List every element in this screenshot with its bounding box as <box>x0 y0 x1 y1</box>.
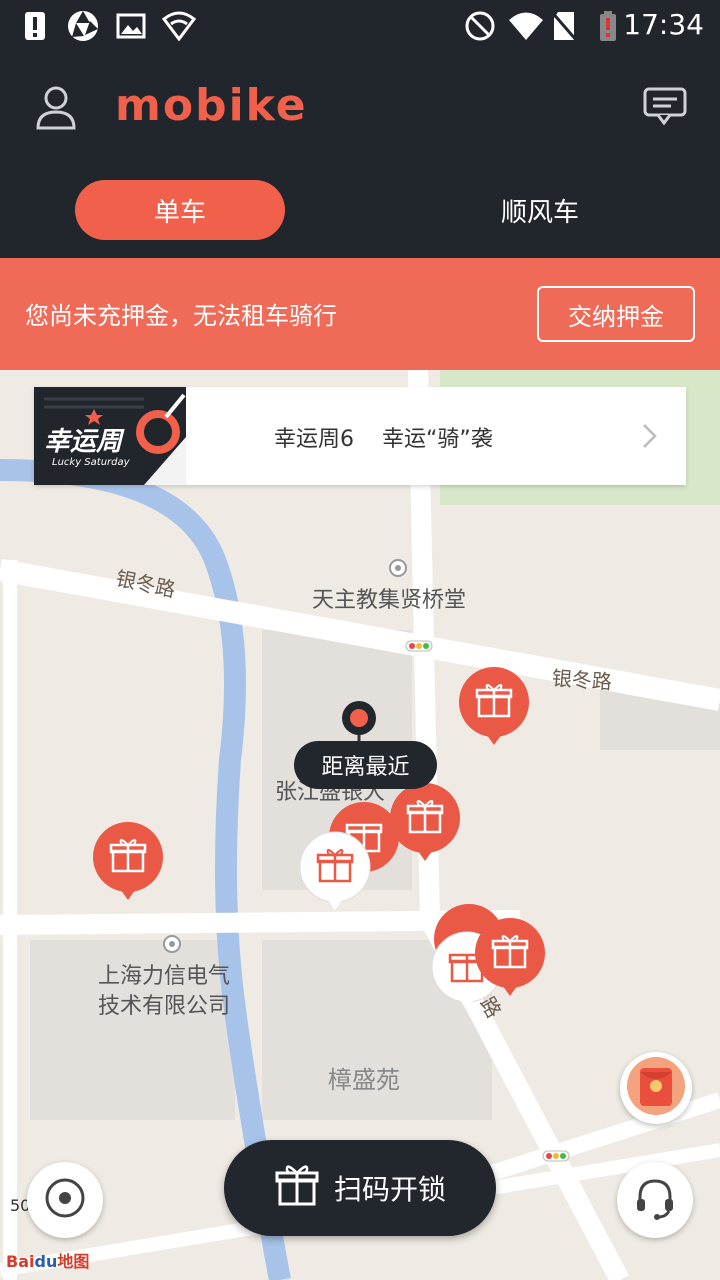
locate-icon <box>43 1176 87 1224</box>
mobike-logo: mobike <box>115 80 308 131</box>
bike-marker[interactable] <box>91 820 165 908</box>
poi-label-company: 技术有限公司 <box>98 994 231 1019</box>
customer-service-button[interactable] <box>617 1162 693 1238</box>
image-icon <box>116 10 146 42</box>
scan-unlock-button[interactable]: 扫码开锁 <box>224 1140 496 1236</box>
poi-label-estate: 樟盛苑 <box>328 1066 400 1094</box>
baidu-logo-bai: Bai <box>6 1252 35 1271</box>
road-label: 银冬路 <box>551 665 613 695</box>
bike-marker[interactable] <box>457 665 531 753</box>
deposit-message: 您尚未充押金，无法租车骑行 <box>25 302 337 330</box>
chevron-right-icon <box>642 423 658 449</box>
baidu-logo-du: du <box>34 1252 58 1271</box>
nearest-tooltip: 距离最近 <box>294 741 437 789</box>
battery-low-icon <box>598 10 618 42</box>
app-header: mobike 单车 顺风车 <box>0 52 720 258</box>
promo-image: 幸运周 Lucky Saturday <box>34 387 186 485</box>
baidu-map-logo: Baidu地图 <box>6 1248 89 1272</box>
tab-ride-sharing[interactable]: 顺风车 <box>430 180 650 240</box>
aperture-icon <box>66 10 100 42</box>
profile-icon[interactable] <box>30 82 82 134</box>
promo-image-title: 幸运周 <box>44 427 123 457</box>
tab-bike[interactable]: 单车 <box>75 180 285 240</box>
red-packet-button[interactable] <box>620 1052 692 1124</box>
gift-icon <box>274 1162 320 1215</box>
wifi-shield-icon <box>162 10 196 42</box>
alert-icon <box>22 10 48 42</box>
bike-marker[interactable] <box>388 781 462 869</box>
wifi-icon <box>508 10 544 42</box>
locate-button[interactable] <box>27 1162 103 1238</box>
bike-marker[interactable] <box>473 916 547 1004</box>
red-packet-icon <box>626 1056 686 1120</box>
no-sim-icon <box>550 10 578 42</box>
promo-image-subtitle: Lucky Saturday <box>52 457 130 468</box>
scan-unlock-label: 扫码开锁 <box>333 1173 446 1206</box>
pay-deposit-button[interactable]: 交纳押金 <box>537 286 695 342</box>
poi-label-church: 天主教集贤桥堂 <box>312 588 467 613</box>
promo-text: 幸运周6 幸运“骑”袭 <box>274 427 493 452</box>
poi-label-company: 上海力信电气 <box>98 964 231 989</box>
baidu-logo-map: 地图 <box>57 1252 90 1271</box>
message-icon[interactable] <box>642 86 688 126</box>
headset-icon <box>632 1175 678 1225</box>
status-time: 17:34 <box>623 8 704 41</box>
deposit-banner: 您尚未充押金，无法租车骑行 交纳押金 <box>0 258 720 370</box>
block-icon <box>464 10 496 42</box>
promo-banner[interactable]: 幸运周 Lucky Saturday 幸运周6 幸运“骑”袭 <box>34 387 686 485</box>
status-bar: 17:34 <box>0 0 720 52</box>
bike-marker-selected[interactable] <box>298 830 372 918</box>
